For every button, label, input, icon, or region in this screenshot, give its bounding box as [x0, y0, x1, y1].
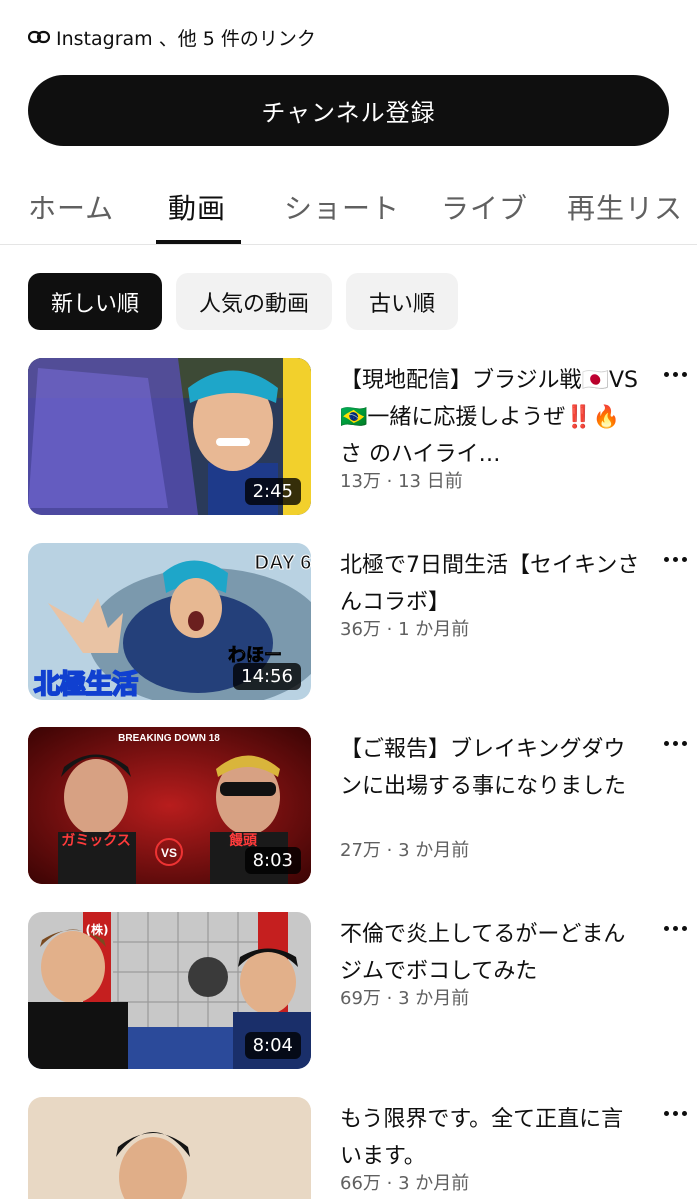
video-title[interactable]: もう限界です。全て正直に言います。 [340, 1101, 640, 1175]
video-meta: 36万 · 1 か月前 [340, 619, 470, 640]
more-options-icon[interactable] [661, 364, 689, 384]
chip-oldest[interactable]: 古い順 [346, 273, 459, 330]
video-item[interactable]: BREAKING DOWN 18 VS ガミックス 饅頭 8:03 【ご報告】ブ… [28, 727, 697, 885]
video-meta: 13万 · 13 日前 [340, 471, 463, 492]
video-item[interactable]: もう限界です。全て正直に言います。 66万 · 3 か月前 [28, 1097, 697, 1199]
video-duration: 2:45 [244, 478, 301, 505]
video-item[interactable]: DAY 6 北極生活 わほー 14:56 北極で7日間生活【セイキンさんコラボ】… [28, 543, 697, 701]
tab-playlists[interactable]: 再生リス [567, 170, 683, 244]
thumb-day-badge: DAY 6 [255, 552, 311, 574]
video-thumbnail[interactable]: DAY 6 北極生活 わほー 14:56 [28, 543, 311, 700]
chip-newest[interactable]: 新しい順 [28, 273, 163, 330]
svg-text:VS: VS [161, 846, 177, 860]
video-duration: 8:04 [244, 1032, 301, 1059]
video-duration: 14:56 [233, 663, 301, 690]
thumb-text: 北極生活 [34, 670, 138, 700]
active-tab-indicator [156, 240, 241, 244]
video-duration: 8:03 [244, 847, 301, 874]
channel-tabs: ホーム 動画 ショート ライブ 再生リス [0, 170, 697, 245]
video-meta: 66万 · 3 か月前 [340, 1173, 470, 1194]
video-thumbnail[interactable]: BREAKING DOWN 18 VS ガミックス 饅頭 8:03 [28, 727, 311, 884]
thumb-event: BREAKING DOWN 18 [118, 733, 220, 744]
video-item[interactable]: (株) 8:04 不倫で炎上してるがーどまんジムでボコしてみた 69万 · 3 … [28, 912, 697, 1070]
sort-chips: 新しい順 人気の動画 古い順 [28, 273, 459, 330]
video-title[interactable]: 【ご報告】ブレイキングダウンに出場する事になりました [340, 731, 640, 805]
more-options-icon[interactable] [661, 733, 689, 753]
thumb-text: (株) [86, 922, 109, 937]
channel-links-text[interactable]: Instagram 、他 5 件のリンク [56, 24, 316, 51]
more-options-icon[interactable] [661, 1103, 689, 1123]
video-thumbnail[interactable] [28, 1097, 311, 1199]
tab-videos[interactable]: 動画 [168, 170, 226, 244]
video-title[interactable]: 北極で7日間生活【セイキンさんコラボ】 [340, 547, 640, 621]
tab-home[interactable]: ホーム [28, 170, 114, 244]
subscribe-button[interactable]: チャンネル登録 [28, 75, 669, 146]
tab-live[interactable]: ライブ [441, 170, 528, 244]
channel-links[interactable]: Instagram 、他 5 件のリンク [28, 22, 316, 52]
video-meta: 69万 · 3 か月前 [340, 988, 470, 1009]
video-meta: 27万 · 3 か月前 [340, 840, 470, 861]
link-icon [28, 30, 50, 44]
thumb-left-name: ガミックス [61, 833, 131, 849]
tab-shorts[interactable]: ショート [284, 170, 400, 244]
video-item[interactable]: 2:45 【現地配信】ブラジル戦🇯🇵VS🇧🇷一緒に応援しようぜ‼️🔥さ のハイラ… [28, 358, 697, 516]
more-options-icon[interactable] [661, 918, 689, 938]
video-title[interactable]: 【現地配信】ブラジル戦🇯🇵VS🇧🇷一緒に応援しようぜ‼️🔥さ のハイライ… [340, 362, 640, 473]
video-thumbnail[interactable]: (株) 8:04 [28, 912, 311, 1069]
video-title[interactable]: 不倫で炎上してるがーどまんジムでボコしてみた [340, 916, 640, 990]
video-thumbnail[interactable]: 2:45 [28, 358, 311, 515]
more-options-icon[interactable] [661, 549, 689, 569]
chip-popular[interactable]: 人気の動画 [176, 273, 333, 330]
